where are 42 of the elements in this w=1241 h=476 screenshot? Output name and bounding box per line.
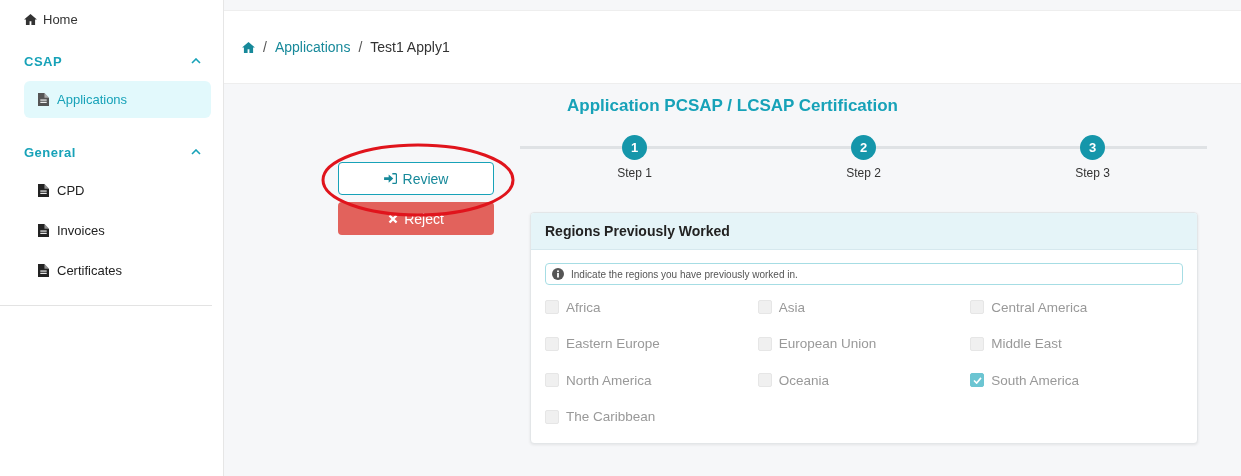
sidebar-item[interactable]: CPD [24,172,211,209]
info-icon [552,268,564,280]
info-text: Indicate the regions you have previously worked in. [571,268,798,280]
checkbox-label: North America [566,372,652,388]
home-icon [24,14,37,25]
breadcrumb-separator: / [358,39,363,55]
sign-in-icon [383,173,397,184]
document-icon [38,93,49,106]
checkbox-label: European Union [778,336,877,352]
checkbox-label: The Caribbean [566,409,656,425]
step-label: Step 3 [1075,166,1110,180]
chevron-up-icon[interactable] [191,58,201,64]
sidebar-item[interactable]: Applications [24,81,211,118]
step-number: 1 [622,135,647,160]
checkbox-label: Middle East [991,336,1062,352]
checkbox-label: Africa [566,299,601,315]
step-number: 3 [1080,135,1105,160]
checkbox-label: South America [991,372,1080,388]
page-title: Application PCSAP / LCSAP Certification [566,96,899,117]
home-icon [242,41,255,53]
sidebar-item[interactable]: Certificates [24,252,211,289]
breadcrumb-current: Test1 Apply1 [370,39,450,55]
sidebar-item[interactable]: Invoices [24,212,211,249]
document-icon [38,224,49,237]
checkbox-label: Central America [991,299,1088,315]
chevron-up-icon[interactable] [191,149,201,155]
checkbox-label: Eastern Europe [566,336,660,352]
step-number: 2 [851,135,876,160]
close-icon [388,213,399,224]
sidebar-group-title[interactable]: CSAP [24,53,63,69]
checkbox-label: Asia [778,299,805,315]
sidebar-group-title[interactable]: General [24,144,76,160]
card-title: Regions Previously Worked [531,213,1197,250]
checkbox-label: Oceania [778,372,829,388]
home-link[interactable]: Home [24,12,211,27]
step-label: Step 2 [846,166,881,180]
review-button[interactable]: Review [338,162,494,195]
breadcrumb-link[interactable]: Applications [274,39,351,55]
breadcrumb-separator: / [263,39,267,55]
document-icon [38,264,49,277]
step-label: Step 1 [617,166,652,180]
document-icon [38,184,49,197]
